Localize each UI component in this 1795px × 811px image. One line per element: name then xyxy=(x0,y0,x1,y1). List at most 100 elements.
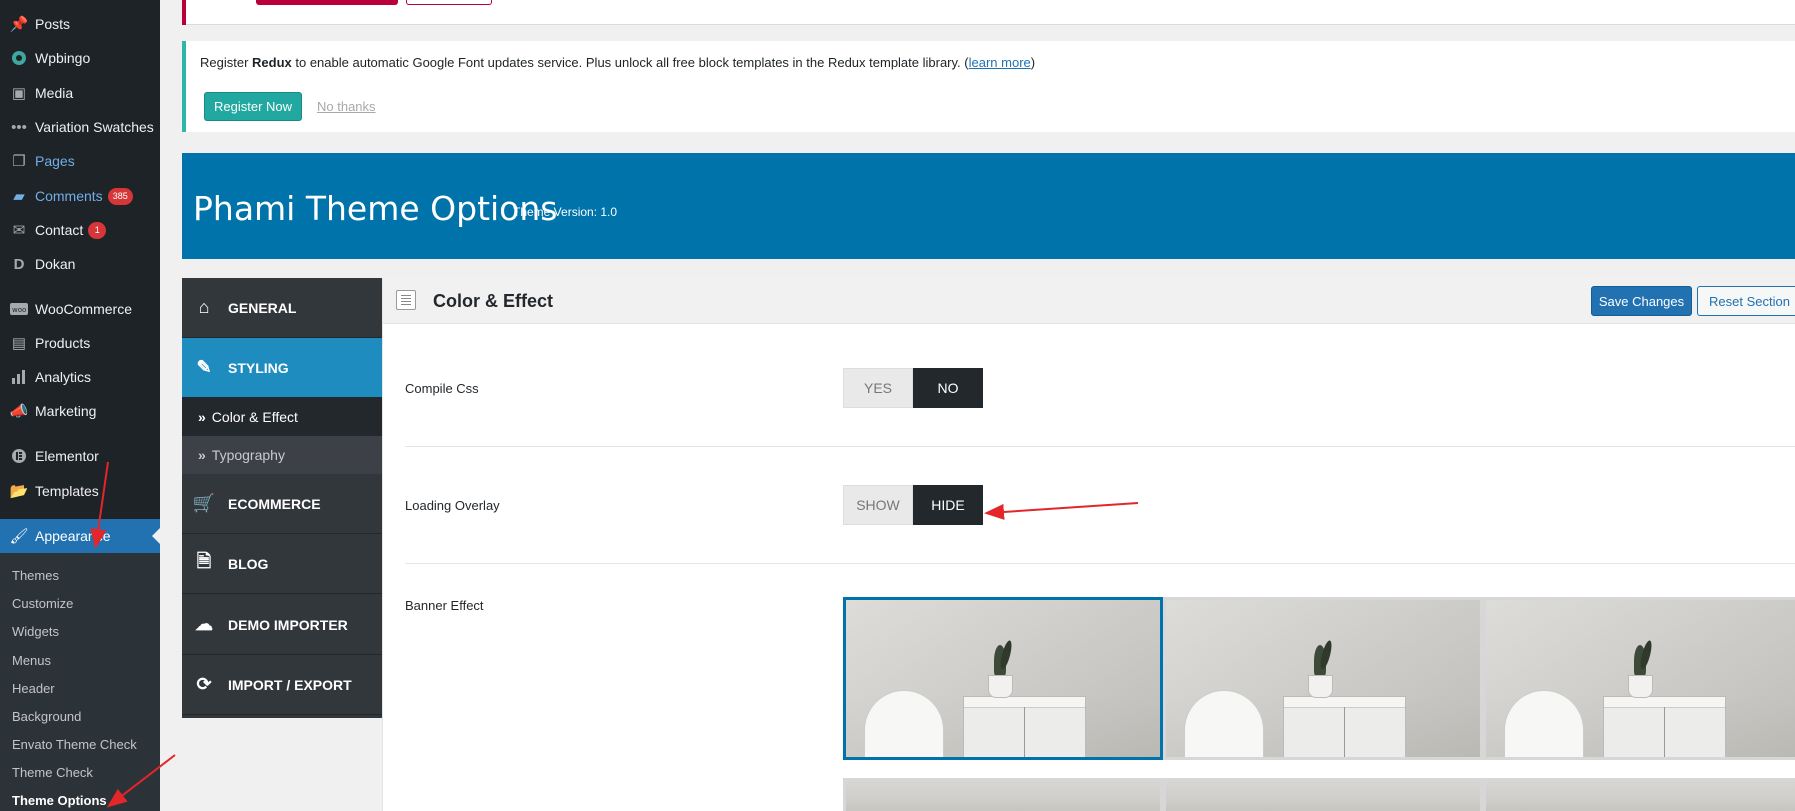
submenu-customize[interactable]: Customize xyxy=(12,596,73,611)
menu-label: Pages xyxy=(35,153,75,169)
menu-item-products[interactable]: ▤ Products xyxy=(0,326,160,360)
styling-icon: ✎ xyxy=(196,357,212,377)
compile-css-label: Compile Css xyxy=(405,381,479,396)
pin-icon: 📌 xyxy=(9,16,29,33)
megaphone-icon: 📣 xyxy=(9,403,29,420)
tab-label: DEMO IMPORTER xyxy=(228,616,348,633)
cabinet-image xyxy=(1283,696,1406,757)
tab-label: STYLING xyxy=(228,359,289,376)
redux-register-notice: Register Redux to enable automatic Googl… xyxy=(182,41,1795,132)
menu-label: Contact xyxy=(35,222,84,238)
loading-overlay-toggle: SHOW HIDE xyxy=(843,485,983,525)
wpbingo-icon xyxy=(9,48,29,68)
tab-label: IMPORT / EXPORT xyxy=(228,676,352,693)
media-icon: ▣ xyxy=(11,85,27,102)
notice-text-after: to enable automatic Google Font updates … xyxy=(291,55,969,70)
section-header: Color & Effect Save Changes Reset Sectio… xyxy=(383,278,1795,324)
brush-icon: 🖌 xyxy=(9,528,29,545)
menu-label: Appearance xyxy=(35,528,111,544)
menu-item-marketing[interactable]: 📣 Marketing xyxy=(0,394,160,428)
options-tab-general[interactable]: ⌂ GENERAL xyxy=(182,278,382,338)
field-divider xyxy=(405,563,1795,564)
submenu-themes[interactable]: Themes xyxy=(12,568,59,583)
options-subtab-typography[interactable]: » Typography xyxy=(182,436,382,474)
banner-effect-option-3[interactable] xyxy=(1483,597,1795,760)
menu-label: Products xyxy=(35,335,91,351)
menu-item-contact[interactable]: ✉ Contact 1 xyxy=(0,213,160,247)
theme-options-header: Phami Theme Options Theme Version: 1.0 xyxy=(182,153,1795,259)
subtab-label: Color & Effect xyxy=(211,409,298,425)
menu-item-analytics[interactable]: Analytics xyxy=(0,360,160,394)
register-now-button[interactable]: Register Now xyxy=(204,92,302,121)
section-icon xyxy=(396,290,416,310)
loading-overlay-label: Loading Overlay xyxy=(405,498,500,513)
banner-effect-option-6[interactable] xyxy=(1483,778,1795,811)
comment-icon: ▰ xyxy=(13,188,25,205)
banner-effect-label: Banner Effect xyxy=(405,598,484,613)
submenu-menus[interactable]: Menus xyxy=(12,653,51,668)
menu-item-woocommerce[interactable]: woo WooCommerce xyxy=(0,292,160,326)
bar-chart-icon xyxy=(9,367,29,387)
menu-item-dokan[interactable]: D Dokan xyxy=(0,247,160,281)
options-subtab-color-effect[interactable]: » Color & Effect xyxy=(182,398,382,436)
submenu-theme-options[interactable]: Theme Options xyxy=(12,793,107,808)
submenu-background[interactable]: Background xyxy=(12,709,81,724)
menu-item-elementor[interactable]: Elementor xyxy=(0,439,160,473)
menu-label: Variation Swatches xyxy=(35,119,154,135)
options-tab-import-export[interactable]: ⟳ IMPORT / EXPORT xyxy=(182,655,382,715)
banner-effect-option-5[interactable] xyxy=(1163,778,1483,811)
raquo-icon: » xyxy=(198,409,206,425)
banner-effect-options xyxy=(843,597,1795,760)
home-icon: ⌂ xyxy=(198,297,210,317)
menu-item-appearance[interactable]: 🖌 Appearance xyxy=(0,519,160,553)
menu-item-templates[interactable]: 📂 Templates xyxy=(0,474,160,508)
pages-icon: ❐ xyxy=(12,153,26,170)
options-tab-blog[interactable]: 🗎 BLOG xyxy=(182,534,382,594)
options-tab-ecommerce[interactable]: 🛒 ECOMMERCE xyxy=(182,474,382,534)
no-thanks-link[interactable]: No thanks xyxy=(317,99,376,114)
menu-item-media[interactable]: ▣ Media xyxy=(0,76,160,110)
compile-css-yes[interactable]: YES xyxy=(843,368,913,408)
submenu-theme-check[interactable]: Theme Check xyxy=(12,765,93,780)
mail-icon: ✉ xyxy=(12,222,26,239)
submenu-header[interactable]: Header xyxy=(12,681,55,696)
banner-effect-option-4[interactable] xyxy=(843,778,1163,811)
appearance-submenu: Themes Customize Widgets Menus Header Ba… xyxy=(0,553,160,811)
menu-label: Media xyxy=(35,85,74,101)
save-changes-button[interactable]: Save Changes xyxy=(1591,286,1692,316)
theme-version: Theme Version: 1.0 xyxy=(513,205,618,219)
tab-label: GENERAL xyxy=(228,299,297,316)
menu-item-comments[interactable]: ▰ Comments 385 xyxy=(0,179,160,213)
notice-secondary-button[interactable] xyxy=(406,0,492,5)
banner-effect-option-2[interactable] xyxy=(1163,597,1483,760)
top-notice xyxy=(182,0,1795,25)
cabinet-image xyxy=(963,696,1086,757)
tab-label: ECOMMERCE xyxy=(228,495,321,512)
learn-more-link[interactable]: learn more xyxy=(969,55,1031,70)
banner-effect-option-1[interactable] xyxy=(843,597,1163,760)
tab-label: BLOG xyxy=(228,555,269,572)
submenu-widgets[interactable]: Widgets xyxy=(12,624,59,639)
notice-text-before: Register xyxy=(200,55,253,70)
menu-item-wpbingo[interactable]: Wpbingo xyxy=(0,41,160,75)
menu-item-pages[interactable]: ❐ Pages xyxy=(0,144,160,178)
menu-item-variation-swatches[interactable]: ••• Variation Swatches xyxy=(0,110,160,144)
loading-overlay-hide[interactable]: HIDE xyxy=(913,485,983,525)
banner-effect-options-row-2 xyxy=(843,778,1795,811)
dots-icon: ••• xyxy=(11,118,27,136)
compile-css-no[interactable]: NO xyxy=(913,368,983,408)
options-tab-styling[interactable]: ✎ STYLING xyxy=(182,338,382,398)
menu-item-posts[interactable]: 📌 Posts xyxy=(0,7,160,41)
loading-overlay-show[interactable]: SHOW xyxy=(843,485,913,525)
notice-primary-button[interactable] xyxy=(256,0,398,5)
cloud-download-icon: ☁ xyxy=(195,614,213,634)
options-tab-demo-importer[interactable]: ☁ DEMO IMPORTER xyxy=(182,595,382,655)
archive-icon: ▤ xyxy=(11,335,27,352)
menu-label: Analytics xyxy=(35,369,92,385)
cabinet-image xyxy=(1603,696,1726,757)
options-menu: ⌂ GENERAL ✎ STYLING » Color & Effect » Typog… xyxy=(182,278,382,718)
chair-image xyxy=(864,690,944,757)
submenu-envato-theme-check[interactable]: Envato Theme Check xyxy=(12,737,137,752)
page-title: Phami Theme Options xyxy=(193,189,558,228)
reset-section-button[interactable]: Reset Section xyxy=(1697,286,1795,316)
